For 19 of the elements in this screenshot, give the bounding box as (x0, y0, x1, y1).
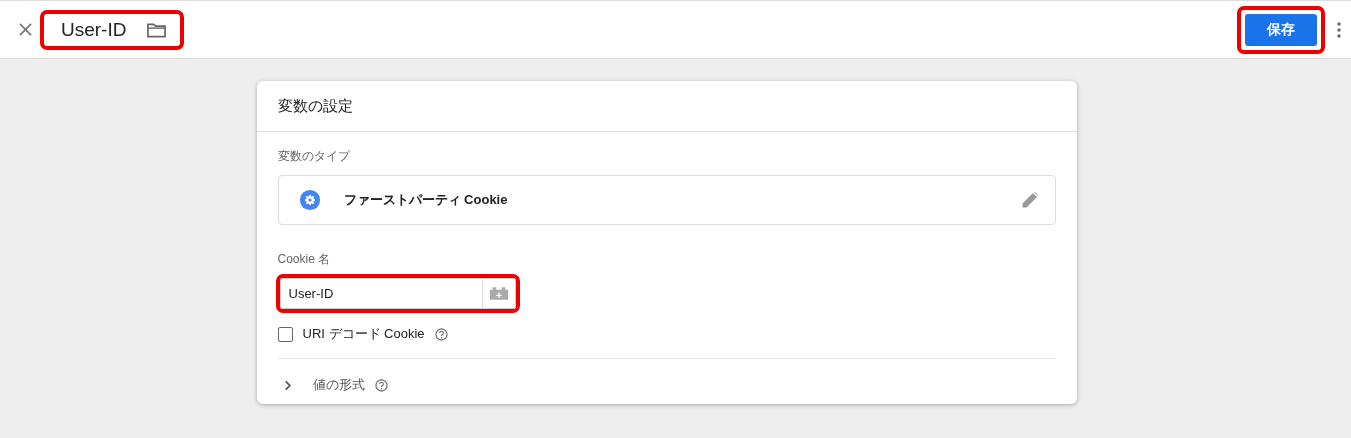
save-button[interactable]: 保存 (1245, 13, 1317, 46)
folder-icon[interactable] (147, 21, 166, 38)
brick-icon (488, 287, 509, 300)
chevron-icon (283, 379, 292, 391)
close-icon[interactable] (19, 23, 32, 36)
cookie-name-field[interactable]: User-ID (279, 278, 482, 309)
value-format-toggle[interactable]: 値の形式 (277, 359, 388, 394)
help-icon[interactable] (374, 378, 388, 392)
more-menu-icon[interactable] (1337, 21, 1341, 38)
variable-type-selector[interactable]: ファーストパーティ Cookie (277, 175, 1056, 225)
gear-icon (298, 189, 321, 211)
uri-decode-checkbox[interactable] (277, 326, 293, 342)
help-icon[interactable] (434, 327, 448, 341)
cookie-name-label: Cookie 名 (277, 251, 331, 268)
pencil-icon[interactable] (1020, 191, 1039, 209)
variable-title[interactable]: User-ID (61, 18, 147, 41)
uri-decode-label: URI デコード Cookie (302, 325, 425, 343)
card-title: 変数の設定 (277, 96, 353, 116)
type-label: 変数のタイプ (277, 148, 350, 165)
